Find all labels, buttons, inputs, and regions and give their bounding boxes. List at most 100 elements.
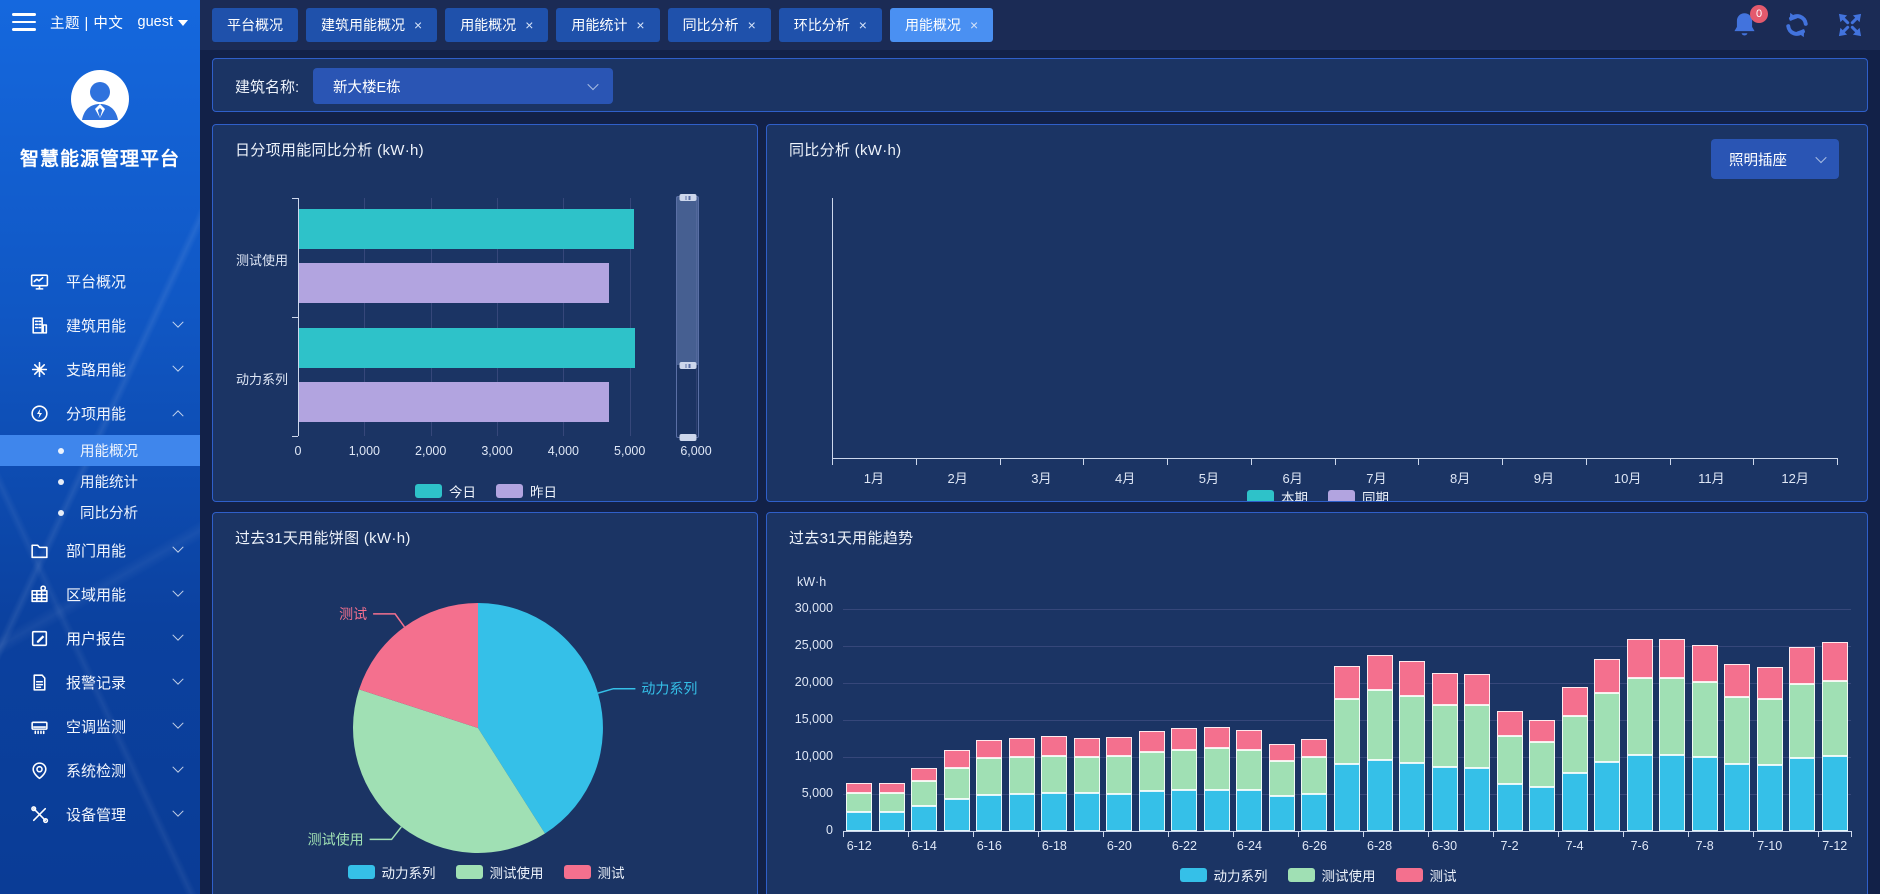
legend-item[interactable]: 动力系列: [348, 862, 436, 882]
x-axis-tick: [1000, 458, 1001, 465]
pie-label: 动力系列: [641, 681, 697, 697]
x-tick-label: 4月: [1083, 468, 1167, 487]
sidebar-item-9[interactable]: 空调监测: [0, 704, 200, 748]
sidebar-item-6[interactable]: 区域用能: [0, 572, 200, 616]
bar-segment-动力系列: [1659, 755, 1685, 831]
y-tick-label: 30,000: [767, 601, 833, 615]
legend-item[interactable]: 测试: [1396, 865, 1457, 885]
stacked-bar: [1432, 673, 1458, 831]
bar-segment-测试使用: [1301, 757, 1327, 794]
x-axis-tick: [1818, 831, 1819, 837]
legend-item[interactable]: 测试: [564, 862, 625, 882]
sidebar-subitem[interactable]: 用能统计: [0, 466, 200, 497]
bar-segment-动力系列: [1627, 755, 1653, 831]
bar-segment-测试使用: [1529, 742, 1555, 786]
person-icon: [71, 70, 129, 128]
bar-segment-测试: [1301, 739, 1327, 758]
bullet-icon: [58, 448, 64, 454]
yoy-category-select[interactable]: 照明插座: [1711, 139, 1839, 179]
legend-item[interactable]: 本期: [1247, 487, 1308, 502]
stacked-bar: [1627, 639, 1653, 831]
datazoom-track[interactable]: [676, 196, 699, 438]
sidebar-item-3[interactable]: 支路用能: [0, 347, 200, 391]
sidebar-item-11[interactable]: 设备管理: [0, 792, 200, 836]
legend-item[interactable]: 动力系列: [1180, 865, 1268, 885]
bar-segment-测试使用: [1171, 750, 1197, 791]
sidebar-item-5[interactable]: 部门用能: [0, 528, 200, 572]
yoy-title: 同比分析 (kW·h): [789, 139, 901, 160]
tab-2[interactable]: 建筑用能概况 ×: [306, 8, 437, 42]
hamburger-menu-icon[interactable]: [12, 13, 36, 31]
sidebar-item-1[interactable]: 平台概况: [0, 259, 200, 303]
user-menu[interactable]: guest: [138, 14, 188, 30]
bar-segment-测试: [1692, 645, 1718, 683]
tab-3[interactable]: 用能概况×: [445, 8, 548, 42]
tab-close-icon[interactable]: ×: [414, 18, 422, 32]
sidebar-subitem[interactable]: 同比分析: [0, 497, 200, 528]
sidebar-item-label: 系统检测: [66, 760, 126, 781]
legend-item[interactable]: 今日: [415, 481, 476, 501]
bar-segment-测试: [1399, 661, 1425, 696]
bar-segment-测试使用: [1464, 705, 1490, 768]
bar-segment-测试: [1334, 666, 1360, 699]
caret-down-icon: [178, 20, 188, 26]
legend-swatch: [348, 865, 375, 879]
tab-7[interactable]: 用能概况 ×: [890, 8, 993, 42]
notification-bell-icon[interactable]: 0: [1731, 11, 1758, 40]
legend-item[interactable]: 测试使用: [456, 862, 544, 882]
building-filter-panel: 建筑名称: 新大楼E栋: [212, 58, 1868, 112]
tab-6[interactable]: 环比分析×: [779, 8, 882, 42]
tab-label: 用能概况: [905, 15, 961, 35]
bolt-icon: [28, 402, 50, 424]
datazoom-handle[interactable]: [679, 434, 696, 441]
tab-5[interactable]: 同比分析×: [668, 8, 771, 42]
x-tick-label: 6-22: [1160, 839, 1208, 853]
fullscreen-icon[interactable]: [1836, 11, 1864, 39]
datazoom-selected[interactable]: [677, 197, 698, 365]
tab-4[interactable]: 用能统计×: [556, 8, 659, 42]
legend-swatch: [1396, 868, 1423, 882]
stacked-bar: [1236, 730, 1262, 831]
bar-segment-动力系列: [1692, 757, 1718, 831]
tab-1[interactable]: 平台概况: [212, 8, 298, 42]
legend-item[interactable]: 昨日: [496, 481, 557, 501]
sidebar-menu: 平台概况建筑用能支路用能分项用能用能概况用能统计同比分析部门用能区域用能用户报告…: [0, 259, 200, 836]
sidebar-item-8[interactable]: 报警记录: [0, 660, 200, 704]
theme-language-switch[interactable]: 主题 | 中文: [50, 12, 123, 33]
datazoom-handle[interactable]: [679, 362, 696, 369]
tab-close-icon[interactable]: ×: [970, 18, 978, 32]
legend-swatch: [496, 484, 523, 498]
sidebar-subitem[interactable]: 用能概况: [0, 435, 200, 466]
stacked-bar: [1822, 642, 1848, 831]
stacked-bar: [879, 783, 905, 831]
bar-segment-测试使用: [1139, 752, 1165, 791]
bar-segment-测试: [1432, 673, 1458, 706]
bar-segment-测试: [1562, 687, 1588, 716]
tab-close-icon[interactable]: ×: [525, 18, 533, 32]
chevron-down-icon: [172, 361, 183, 372]
bar-segment-动力系列: [846, 812, 872, 831]
tab-close-icon[interactable]: ×: [859, 18, 867, 32]
x-tick-label: 7-6: [1616, 839, 1664, 853]
tab-close-icon[interactable]: ×: [748, 18, 756, 32]
pie-svg: 动力系列测试使用测试: [213, 513, 758, 853]
refresh-icon[interactable]: [1782, 11, 1812, 39]
tab-label: 建筑用能概况: [321, 15, 405, 35]
tab-close-icon[interactable]: ×: [636, 18, 644, 32]
sidebar-item-label: 报警记录: [66, 672, 126, 693]
legend-item[interactable]: 同期: [1328, 487, 1389, 502]
bar-segment-测试使用: [1789, 684, 1815, 758]
sidebar-item-2[interactable]: 建筑用能: [0, 303, 200, 347]
x-tick-label: 7-4: [1551, 839, 1599, 853]
sidebar-item-7[interactable]: 用户报告: [0, 616, 200, 660]
building-select[interactable]: 新大楼E栋: [313, 68, 613, 104]
x-axis-tick: [1418, 458, 1419, 465]
sidebar-item-10[interactable]: 系统检测: [0, 748, 200, 792]
stacked-bar: [846, 783, 872, 831]
bar-segment-动力系列: [911, 806, 937, 831]
bar-segment-测试使用: [1074, 757, 1100, 793]
legend-item[interactable]: 测试使用: [1288, 865, 1376, 885]
bar-今日: [299, 328, 635, 368]
sidebar-item-4[interactable]: 分项用能: [0, 391, 200, 435]
datazoom-handle[interactable]: [679, 194, 696, 201]
